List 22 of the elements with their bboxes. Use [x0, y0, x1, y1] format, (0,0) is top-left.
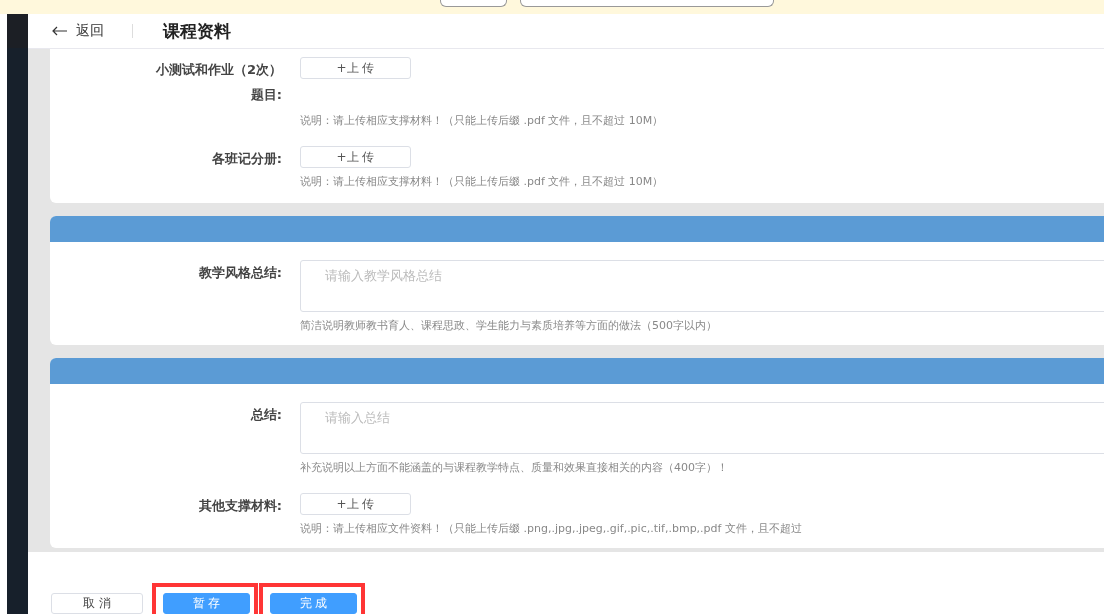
field-label: 总结:	[249, 406, 282, 424]
hint-text: 说明：请上传相应支撑材料！（只能上传后缀 .pdf 文件，且不超过 10M）	[300, 113, 664, 128]
upload-button[interactable]: +上 传	[300, 146, 411, 168]
page-title: 课程资料	[163, 19, 231, 43]
field-label: 小测试和作业（2次）	[154, 61, 282, 79]
field-label: 题目:	[249, 86, 282, 104]
field-label: 教学风格总结:	[197, 264, 282, 282]
hint-text: 补充说明以上方面不能涵盖的与课程教学特点、质量和效果直接相关的内容（400字）！	[300, 460, 728, 475]
text-field[interactable]	[440, 0, 507, 7]
text-field[interactable]	[520, 0, 774, 7]
back-arrow-icon	[52, 26, 68, 36]
text-area[interactable]: 请输入总结	[300, 402, 1104, 454]
back-link[interactable]: 返回	[52, 22, 104, 40]
field-label: 各班记分册:	[210, 150, 282, 168]
field-label: 其他支撑材料:	[197, 497, 282, 515]
upload-button[interactable]: +上 传	[300, 57, 411, 79]
action-button[interactable]: 取 消	[51, 593, 143, 614]
upload-button[interactable]: +上 传	[300, 493, 411, 515]
hint-text: 说明：请上传相应支撑材料！（只能上传后缀 .pdf 文件，且不超过 10M）	[300, 174, 664, 189]
hint-text: 简洁说明教师教书育人、课程思政、学生能力与素质培养等方面的做法（500字以内）	[300, 318, 717, 333]
text-area[interactable]: 请输入教学风格总结	[300, 260, 1104, 312]
hint-text: 说明：请上传相应文件资料！（只能上传后缀 .png,.jpg,.jpeg,.gif,.pic,.tif,.bmp,.pdf 文件，且不超过	[300, 521, 802, 536]
